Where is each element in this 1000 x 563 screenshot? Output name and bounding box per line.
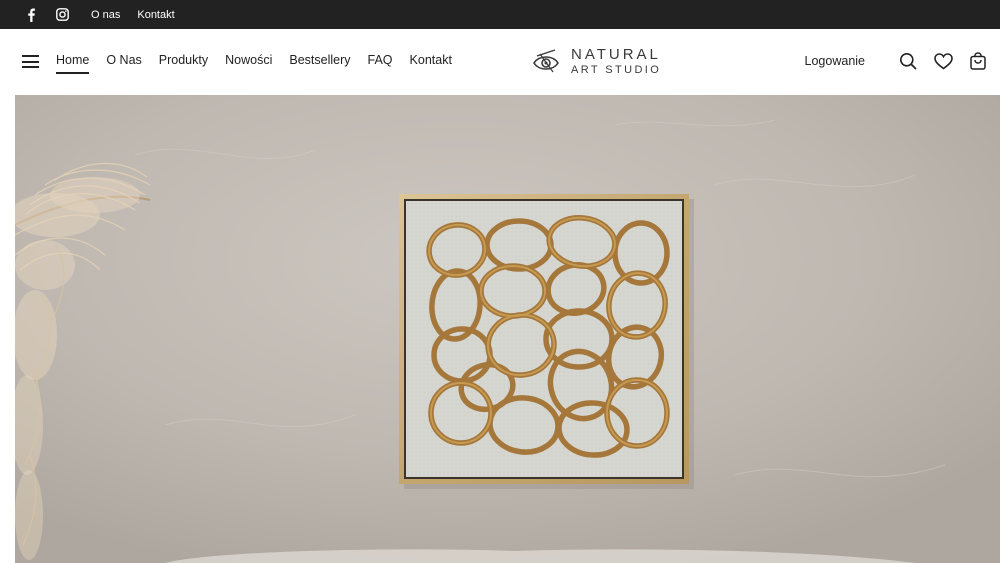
nav-item-faq[interactable]: FAQ [368,53,393,67]
nav-item-new[interactable]: Nowości [225,53,272,67]
logo-title: NATURAL [571,45,661,63]
nav-item-about[interactable]: O Nas [106,53,141,67]
login-link[interactable]: Logowanie [805,54,865,68]
topbar-link-contact[interactable]: Kontakt [137,9,174,21]
instagram-icon[interactable] [53,6,71,24]
hero-banner[interactable] [15,95,1000,563]
eye-logo-icon [533,49,559,73]
facebook-icon[interactable] [22,6,40,24]
topbar-link-about[interactable]: O nas [91,9,120,21]
cart-icon[interactable] [968,51,988,71]
nav-item-contact[interactable]: Kontakt [410,53,452,67]
top-bar: O nas Kontakt [0,0,1000,29]
main-header: Home O Nas Produkty Nowości Bestsellery … [0,29,1000,95]
hero-image [15,95,1000,563]
search-icon[interactable] [898,51,918,71]
site-logo[interactable]: NATURAL ART STUDIO [531,46,661,76]
hamburger-menu-icon[interactable] [22,55,39,68]
logo-subtitle: ART STUDIO [571,63,662,76]
main-nav: Home O Nas Produkty Nowości Bestsellery … [56,53,469,74]
header-tools: Logowanie [805,51,988,71]
heart-icon[interactable] [933,51,953,71]
nav-item-bestsellers[interactable]: Bestsellery [289,53,350,67]
nav-item-products[interactable]: Produkty [159,53,208,67]
nav-item-home[interactable]: Home [56,53,90,74]
